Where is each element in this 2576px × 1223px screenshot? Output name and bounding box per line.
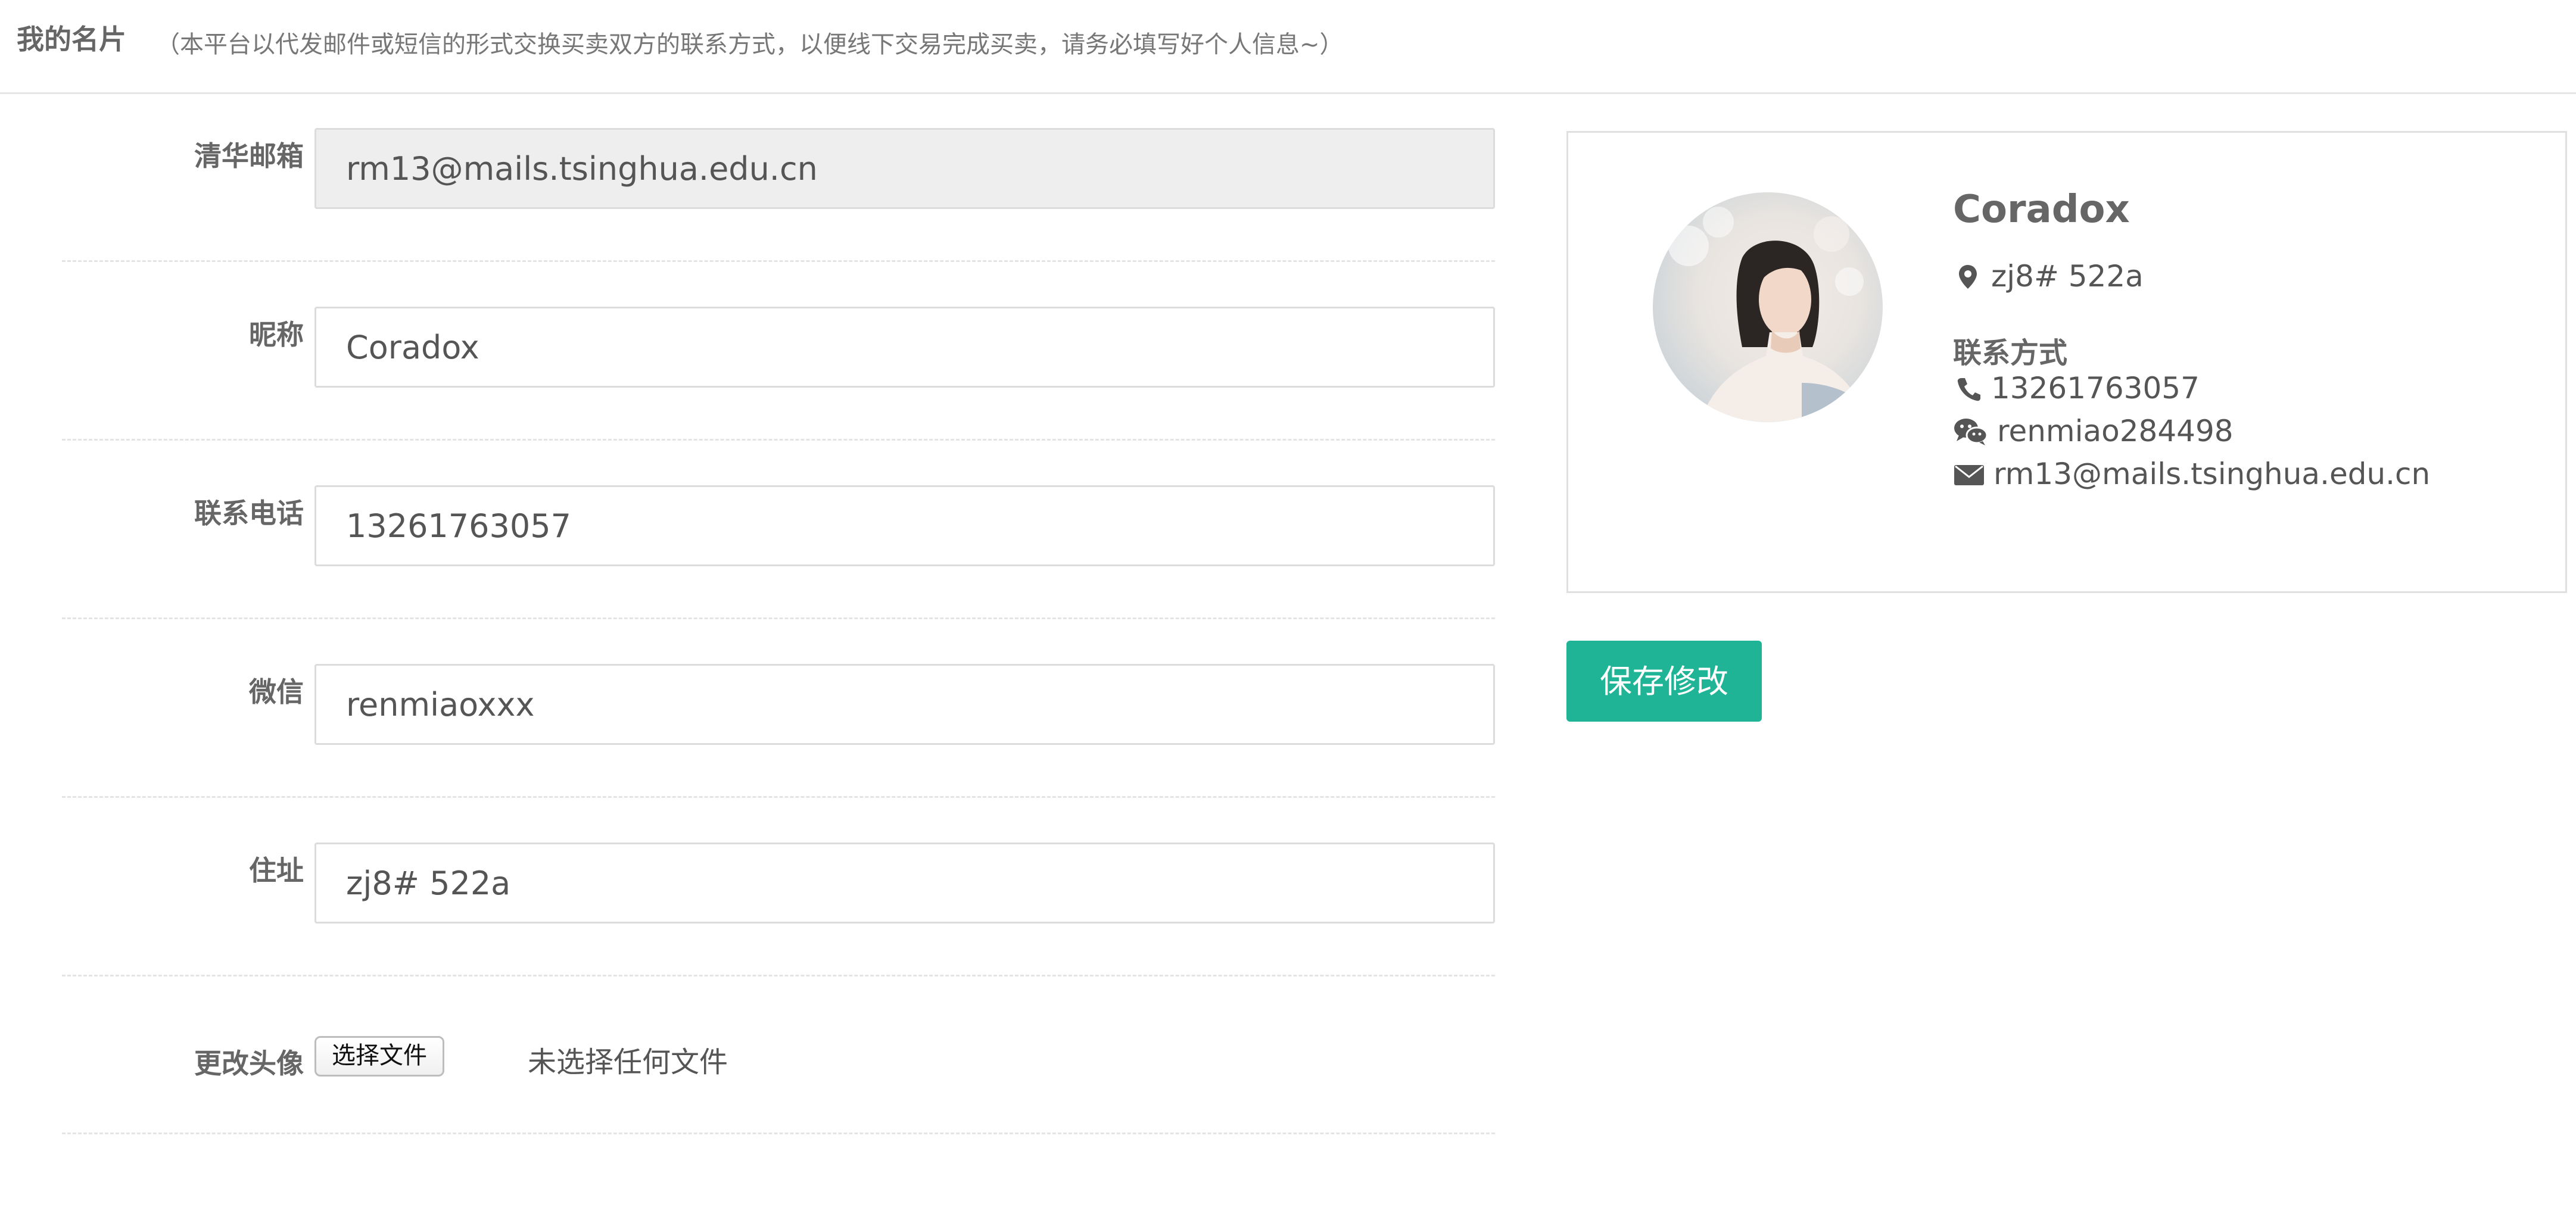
form-row-phone: 联系电话: [62, 441, 1495, 619]
card-wechat-line: renmiao284498: [1953, 414, 2234, 448]
choose-file-button[interactable]: 选择文件: [314, 1036, 444, 1077]
form-row-address: 住址: [62, 798, 1495, 976]
profile-page: 我的名片 （本平台以代发邮件或短信的形式交换买卖双方的联系方式，以便线下交易完成…: [0, 0, 2576, 1223]
card-name: Coradox: [1953, 188, 2130, 232]
profile-card: Coradox zj8# 522a 联系方式 13261763057 renmi…: [1566, 131, 2567, 593]
avatar: [1653, 192, 1883, 422]
email-label: 清华邮箱: [194, 140, 304, 172]
page-header: 我的名片 （本平台以代发邮件或短信的形式交换买卖双方的联系方式，以便线下交易完成…: [0, 0, 2576, 94]
nickname-label: 昵称: [249, 319, 304, 351]
form-row-wechat: 微信: [62, 619, 1495, 798]
form-row-nickname: 昵称: [62, 262, 1495, 441]
card-phone: 13261763057: [1991, 371, 2200, 405]
wechat-field[interactable]: [314, 664, 1495, 745]
contact-heading: 联系方式: [1953, 336, 2068, 370]
avatar-upload-label: 更改头像: [194, 1047, 304, 1080]
email-field[interactable]: [314, 128, 1495, 209]
wechat-label: 微信: [249, 676, 304, 708]
phone-icon: [1953, 373, 1983, 403]
map-marker-icon: [1953, 261, 1983, 291]
card-email-line: rm13@mails.tsinghua.edu.cn: [1953, 457, 2430, 491]
page-title: 我的名片: [17, 23, 126, 55]
wechat-icon: [1953, 416, 1989, 446]
form-row-avatar: 更改头像 选择文件 未选择任何文件: [62, 976, 1495, 1134]
address-label: 住址: [249, 854, 304, 887]
card-address: zj8# 522a: [1991, 259, 2144, 294]
card-phone-line: 13261763057: [1953, 371, 2200, 405]
address-field[interactable]: [314, 843, 1495, 924]
nickname-field[interactable]: [314, 307, 1495, 388]
save-button[interactable]: 保存修改: [1566, 641, 1762, 722]
card-email: rm13@mails.tsinghua.edu.cn: [1993, 457, 2431, 491]
card-wechat: renmiao284498: [1997, 414, 2234, 448]
page-note: （本平台以代发邮件或短信的形式交换买卖双方的联系方式，以便线下交易完成买卖，请务…: [156, 31, 1344, 58]
file-status-text: 未选择任何文件: [528, 1046, 728, 1079]
card-address-line: zj8# 522a: [1953, 259, 2144, 294]
form-row-email: 清华邮箱: [62, 83, 1495, 262]
phone-field[interactable]: [314, 485, 1495, 566]
phone-label: 联系电话: [194, 497, 304, 529]
envelope-icon: [1953, 459, 1985, 489]
